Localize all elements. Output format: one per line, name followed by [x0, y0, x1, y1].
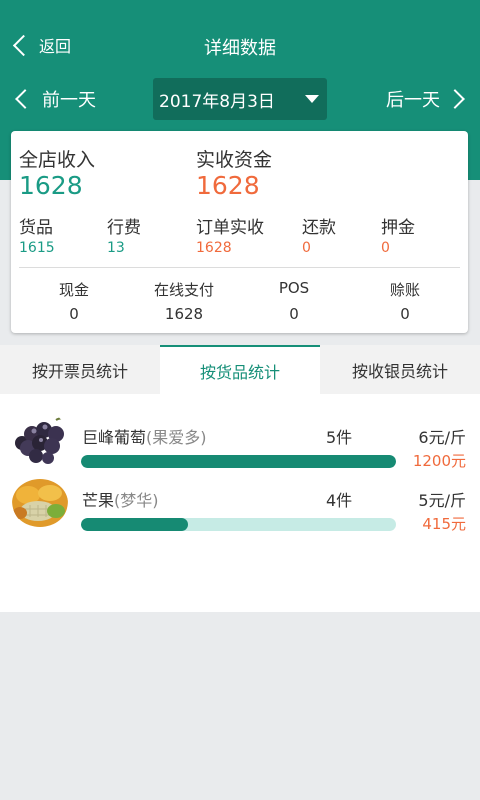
prev-day-button[interactable]: 前一天 — [14, 86, 96, 112]
chevron-right-icon — [445, 89, 465, 109]
next-day-button[interactable]: 后一天 — [386, 86, 468, 112]
grape-thumbnail — [12, 410, 68, 466]
payment-cash-value: 0 — [69, 305, 79, 323]
payment-cash-label: 现金 — [58, 281, 89, 299]
stat-deposit-value: 0 — [381, 240, 390, 256]
progress-fill — [81, 518, 189, 531]
stat-repayment-value: 0 — [302, 240, 311, 256]
summary-divider — [19, 267, 460, 268]
stat-deposit-label: 押金 — [381, 218, 415, 238]
tab-by-cashier[interactable]: 按收银员统计 — [320, 345, 480, 394]
stat-order-received-value: 1628 — [196, 240, 232, 256]
date-selector[interactable]: 2017年8月3日 — [153, 78, 327, 120]
product-count: 5件 — [326, 428, 353, 447]
payment-online-value: 1628 — [164, 305, 204, 323]
date-value: 2017年8月3日 — [159, 91, 275, 112]
payment-pos-value: 0 — [289, 305, 299, 323]
stats-tab-bar: 按开票员统计 按货品统计 按收银员统计 — [0, 345, 480, 394]
page-title: 详细数据 — [204, 38, 276, 59]
product-name-text: 芒果 — [82, 491, 115, 510]
stat-goods-label: 货品 — [19, 218, 53, 238]
progress-bar — [81, 518, 396, 531]
product-name: 芒果(梦华) — [82, 487, 159, 511]
received-funds-value: 1628 — [196, 171, 260, 200]
mango-thumbnail — [12, 473, 68, 529]
product-unit-price: 5元/斤 — [418, 491, 466, 510]
list-item[interactable]: 芒果(梦华) 4件 5元/斤 415元 — [0, 467, 480, 533]
product-variant: (果爱多) — [146, 428, 207, 447]
stat-order-received-label: 订单实收 — [196, 218, 264, 238]
store-income-value: 1628 — [19, 171, 83, 200]
product-list: 巨峰葡萄(果爱多) 5件 6元/斤 1200元 芒果(梦华) 4件 5元/斤 4… — [0, 394, 480, 612]
store-income-label: 全店收入 — [19, 149, 96, 171]
product-count: 4件 — [326, 491, 353, 510]
payment-credit-label: 赊账 — [389, 281, 420, 299]
payment-online-label: 在线支付 — [153, 281, 214, 299]
stat-fee-label: 行费 — [107, 218, 141, 238]
tab-by-invoicer[interactable]: 按开票员统计 — [0, 345, 160, 394]
next-day-label: 后一天 — [386, 90, 440, 111]
product-unit-price: 6元/斤 — [418, 428, 466, 447]
product-total: 415元 — [422, 515, 466, 533]
dropdown-caret-icon — [305, 95, 319, 103]
product-name-text: 巨峰葡萄 — [82, 428, 147, 447]
prev-day-label: 前一天 — [42, 90, 96, 111]
product-name: 巨峰葡萄(果爱多) — [82, 424, 207, 448]
stat-repayment-label: 还款 — [302, 218, 336, 238]
tab-by-goods[interactable]: 按货品统计 — [160, 345, 320, 394]
stat-fee-value: 13 — [107, 240, 125, 256]
payment-pos-label: POS — [278, 279, 310, 297]
list-item[interactable]: 巨峰葡萄(果爱多) 5件 6元/斤 1200元 — [0, 404, 480, 470]
received-funds-label: 实收资金 — [196, 149, 273, 171]
summary-card: 全店收入 1628 实收资金 1628 货品 1615 行费 13 订单实收 1… — [11, 131, 468, 333]
product-variant: (梦华) — [114, 491, 159, 510]
stat-goods-value: 1615 — [19, 240, 55, 256]
chevron-left-icon — [15, 89, 35, 109]
payment-credit-value: 0 — [400, 305, 410, 323]
